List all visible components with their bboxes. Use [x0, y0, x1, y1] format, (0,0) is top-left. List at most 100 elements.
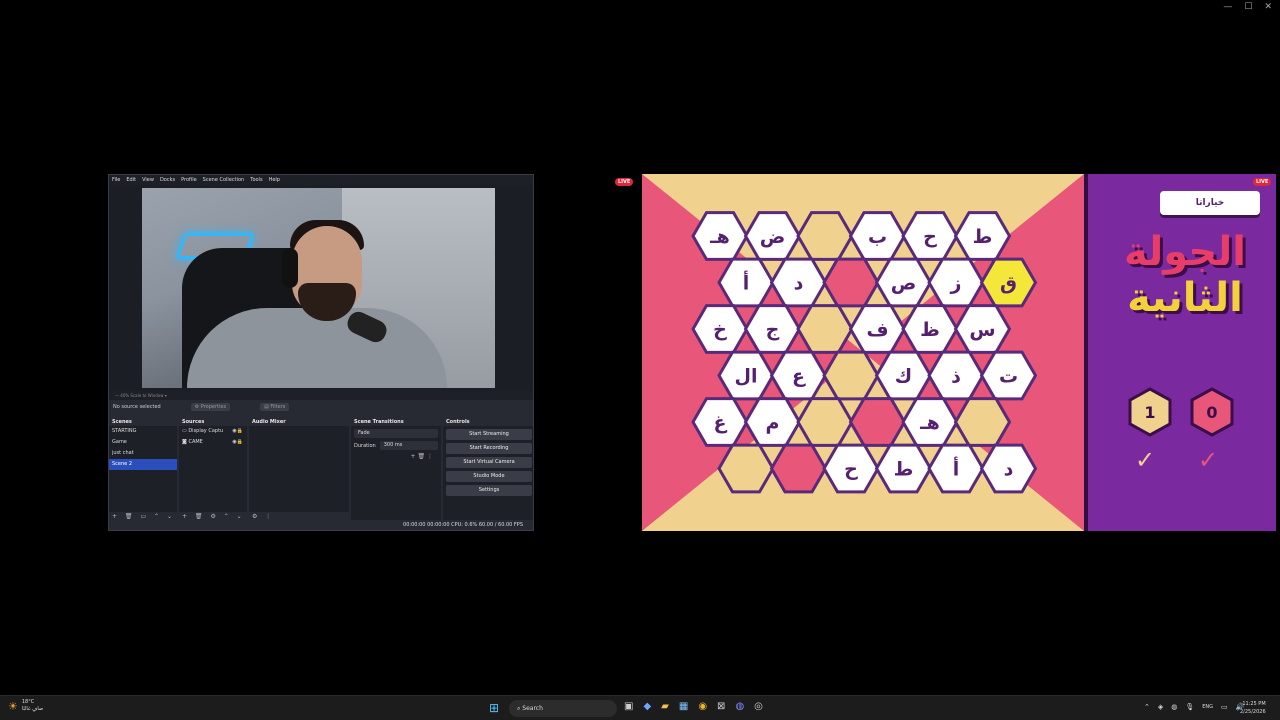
eye-lock-icon[interactable]: ◉🔒	[232, 437, 243, 448]
discord-icon[interactable]: ◍	[735, 701, 744, 712]
start-icon[interactable]: ⊞	[489, 701, 499, 715]
hex-cell-shape	[848, 397, 907, 447]
hex-cell[interactable]: خ	[691, 304, 749, 354]
transition-actions[interactable]: + 🗑 ⋮	[351, 453, 441, 460]
language-indicator[interactable]: ENG	[1202, 703, 1213, 711]
start-streaming-button[interactable]: Start Streaming	[446, 429, 532, 440]
hex-cell[interactable]: ال	[717, 350, 775, 401]
start-recording-button[interactable]: Start Recording	[446, 443, 532, 454]
hex-cell[interactable]	[848, 397, 907, 447]
obs-menu-item[interactable]: Docks	[160, 175, 175, 185]
obs-menu-item[interactable]: Help	[269, 175, 280, 185]
hex-cell[interactable]	[769, 443, 828, 494]
hex-cell[interactable]: هـ	[901, 397, 959, 447]
obs-menu-item[interactable]: Tools	[250, 175, 262, 185]
obs-app-icon[interactable]: ◎	[754, 701, 763, 712]
weather-widget[interactable]: ☀ 18°C صافٍ غالبًا	[8, 699, 43, 713]
hex-board: هـ ض ب ح ط أ د ص ز ق خ ج ف ظ س ال ع ك ذ ت غ م هـ ح ط أ د	[642, 174, 1084, 531]
audio-mixer-dock: Audio Mixer ⚙ ⋮	[249, 418, 349, 522]
hex-cell[interactable]: أ	[717, 257, 775, 308]
xbox-icon[interactable]: ⊠	[717, 701, 725, 712]
minimize-icon[interactable]: —	[1223, 2, 1232, 12]
hex-cell[interactable]: ظ	[901, 304, 959, 354]
chrome-icon[interactable]: ◉	[698, 701, 707, 712]
scene-item-selected[interactable]: Scene 2	[109, 459, 177, 470]
source-label: CAME	[188, 439, 203, 445]
source-item[interactable]: ◙ CAME ◉🔒	[179, 437, 247, 448]
hex-cell[interactable]	[796, 211, 854, 261]
chevron-up-icon[interactable]: ⌃	[1144, 703, 1150, 711]
hex-cell[interactable]: ف	[848, 304, 907, 354]
start-virtual-camera-button[interactable]: Start Virtual Camera	[446, 457, 532, 468]
tray-app-icon[interactable]: ◈	[1158, 703, 1163, 711]
obs-menu-item[interactable]: View	[142, 175, 154, 185]
filters-label: Filters	[270, 404, 286, 410]
close-icon[interactable]: ✕	[1264, 2, 1272, 12]
round-title-line2: الثانية	[1127, 275, 1243, 321]
hex-cell[interactable]: س	[953, 304, 1012, 354]
search-box[interactable]: ⌕ Search	[509, 700, 617, 717]
mic-icon[interactable]: 🎙	[1185, 703, 1194, 711]
copilot-icon[interactable]: ◆	[643, 701, 651, 712]
hex-cell[interactable]	[796, 304, 854, 354]
scene-item[interactable]: STARTING	[109, 426, 177, 437]
task-view-icon[interactable]: ▣	[624, 701, 633, 712]
hex-cell[interactable]: ذ	[927, 350, 985, 401]
properties-button[interactable]: ⚙ Properties	[190, 403, 231, 411]
hex-cell[interactable]: ع	[769, 350, 828, 401]
hex-cell[interactable]: غ	[691, 397, 749, 447]
source-item[interactable]: ▭ Display Captu ◉🔒	[179, 426, 247, 437]
hex-cell[interactable]: د	[979, 443, 1038, 494]
sources-dock: Sources ▭ Display Captu ◉🔒 ◙ CAME ◉🔒 + 🗑 ⚙…	[179, 418, 247, 522]
hex-cell-shape	[953, 397, 1012, 447]
choices-button[interactable]: خياراتا	[1160, 191, 1260, 215]
scene-item[interactable]: Game	[109, 437, 177, 448]
hex-cell[interactable]: ج	[743, 304, 802, 354]
network-icon[interactable]: ▭	[1221, 703, 1228, 711]
hex-cell[interactable]: م	[743, 397, 802, 447]
hex-cell[interactable]	[822, 257, 880, 308]
hex-cell[interactable]: ط	[874, 443, 933, 494]
obs-preview[interactable]	[109, 185, 533, 391]
hex-cell[interactable]: د	[769, 257, 828, 308]
hex-cell[interactable]: هـ	[691, 211, 749, 261]
hex-cell[interactable]	[796, 397, 854, 447]
hex-cell[interactable]: أ	[927, 443, 985, 494]
maximize-icon[interactable]: ☐	[1244, 2, 1252, 12]
hex-cell[interactable]: ب	[848, 211, 907, 261]
scene-item[interactable]: just chat	[109, 448, 177, 459]
hex-cell[interactable]	[822, 350, 880, 401]
duration-input[interactable]: 300 ms	[379, 441, 438, 450]
steam-icon[interactable]: ◍	[1171, 703, 1177, 711]
hex-cell[interactable]: ك	[874, 350, 933, 401]
hex-cell[interactable]: ص	[874, 257, 933, 308]
hex-cell[interactable]: ق	[979, 257, 1038, 308]
obs-menu-item[interactable]: Profile	[181, 175, 197, 185]
settings-button[interactable]: Settings	[446, 485, 532, 496]
hex-cell[interactable]: ت	[979, 350, 1038, 401]
clock-date: 2/25/2026	[1240, 709, 1266, 715]
hex-cell[interactable]	[717, 443, 775, 494]
obs-menubar: File Edit View Docks Profile Scene Collection…	[109, 175, 533, 185]
store-icon[interactable]: ▦	[679, 701, 688, 712]
game-side-panel: خياراتا الجولة الثانية 1 0 ✓ ✓	[1088, 174, 1276, 531]
obs-menu-item[interactable]: Scene Collection	[203, 175, 245, 185]
hex-letter: ذ	[951, 366, 961, 388]
hex-cell[interactable]: ح	[901, 211, 959, 261]
hex-cell[interactable]	[953, 397, 1012, 447]
obs-menu-item[interactable]: Edit	[126, 175, 136, 185]
eye-lock-icon[interactable]: ◉🔒	[232, 426, 243, 437]
obs-menu-item[interactable]: File	[112, 175, 120, 185]
hex-cell[interactable]: ح	[822, 443, 880, 494]
hex-cell[interactable]: ز	[927, 257, 985, 308]
preview-zoom-bar[interactable]: — 40% Scale to Window ▾	[109, 391, 533, 400]
score-left: 1	[1144, 403, 1155, 422]
file-explorer-icon[interactable]: ▰	[661, 701, 669, 712]
transition-select[interactable]: Fade	[354, 429, 438, 438]
clock[interactable]: 11:25 PM 2/25/2026	[1240, 700, 1266, 716]
hex-cell[interactable]: ض	[743, 211, 802, 261]
studio-mode-button[interactable]: Studio Mode	[446, 471, 532, 482]
webcam-feed	[142, 188, 495, 388]
hex-cell[interactable]: ط	[953, 211, 1012, 261]
filters-button[interactable]: ▤ Filters	[260, 403, 290, 411]
